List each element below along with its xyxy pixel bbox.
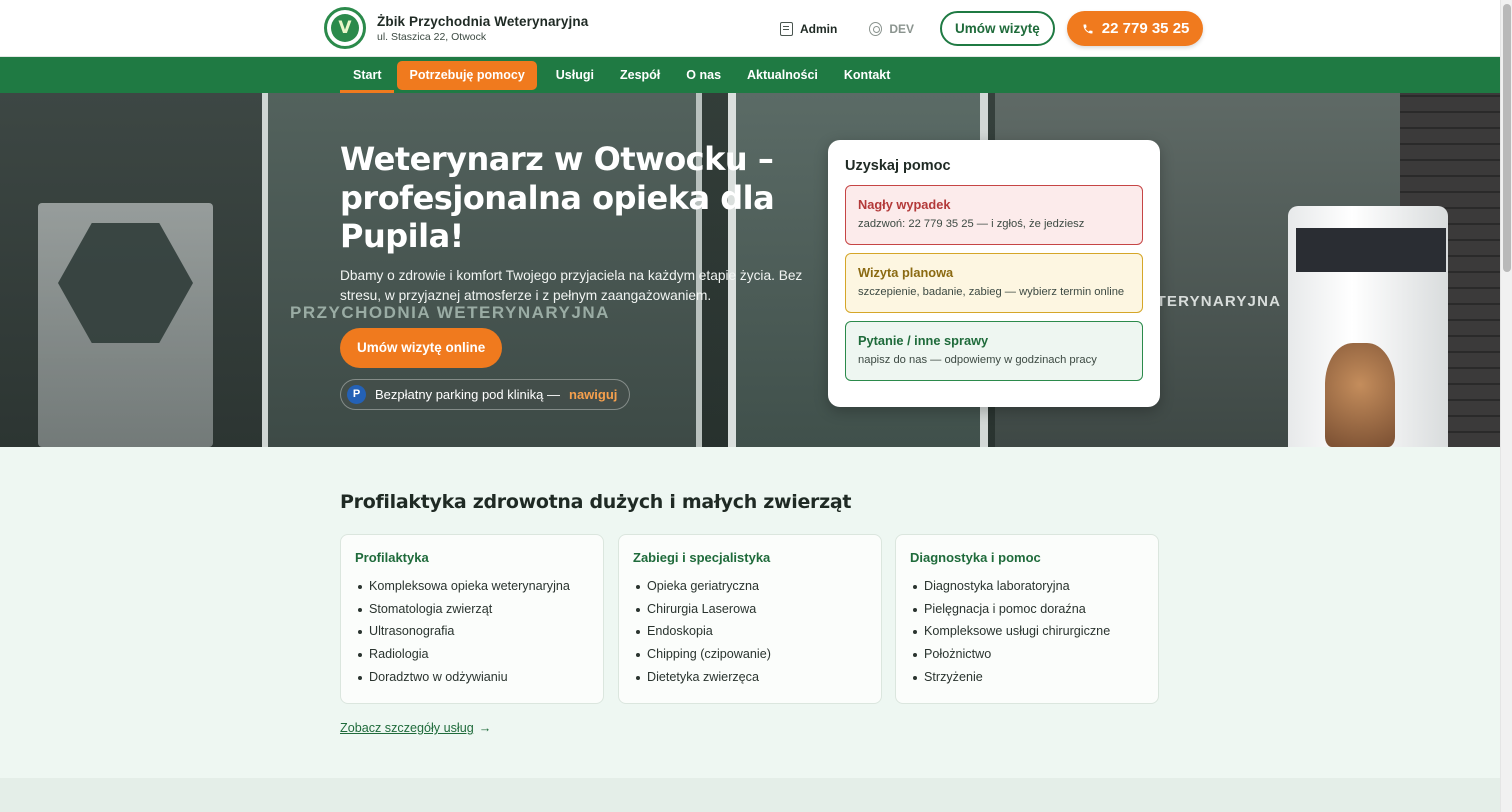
nav-item-news[interactable]: Aktualności [734,57,831,93]
help-option-title: Nagły wypadek [858,197,951,212]
scrollbar-thumb[interactable] [1503,4,1511,272]
list-item: Opieka geriatryczna [633,575,867,598]
dev-label: DEV [889,21,915,36]
hero-content: Weterynarz w Otwocku – profesjonalna opi… [340,140,815,410]
list-item: Ultrasonografia [355,620,589,643]
list-item: Dietetyka zwierzęca [633,666,867,689]
services-details-label: Zobacz szczegóły usług [340,721,474,735]
navigate-link[interactable]: nawiguj [569,387,617,402]
phone-label: 22 779 35 25 [1101,20,1190,37]
help-option-desc: zadzwoń: 22 779 35 25 — i zgłoś, że jedz… [858,218,1085,230]
get-help-card: Uzyskaj pomoc Nagły wypadek zadzwoń: 22 … [828,140,1160,407]
service-card-title: Zabiegi i specjalistyka [633,550,771,565]
help-option-emergency[interactable]: Nagły wypadek zadzwoń: 22 779 35 25 — i … [845,185,1143,245]
service-card-procedures: Zabiegi i specjalistyka Opieka geriatryc… [618,534,882,704]
service-card-diagnostics: Diagnostyka i pomoc Diagnostyka laborato… [895,534,1159,704]
next-section-edge [0,778,1500,812]
list-item: Kompleksowa opieka weterynaryjna [355,575,589,598]
nav-item-services[interactable]: Usługi [543,57,607,93]
list-item: Diagnostyka laboratoryjna [910,575,1144,598]
list-item: Radiologia [355,643,589,666]
admin-label: Admin [800,21,838,36]
list-item: Kompleksowe usługi chirurgiczne [910,620,1144,643]
hero-subtitle: Dbamy o zdrowie i komfort Twojego przyja… [340,267,803,304]
service-card-title: Profilaktyka [355,550,429,565]
gear-icon [869,21,883,36]
arrow-right-icon: → [478,721,492,735]
list-item: Stomatologia zwierząt [355,598,589,621]
phone-button[interactable]: 22 779 35 25 [1066,11,1204,46]
help-option-title: Wizyta planowa [858,265,954,280]
header-actions: Admin DEV Umów wizytę 22 779 35 25 [780,11,1204,46]
services-title: Profilaktyka zdrowotna dużych i małych z… [340,491,852,513]
brand[interactable]: Żbik Przychodnia Weterynaryjna ul. Stasz… [324,7,588,49]
nav-item-need-help[interactable]: Potrzebuję pomocy [397,60,537,90]
parking-icon: P [347,384,366,404]
clinic-logo [324,7,366,49]
help-option-desc: napisz do nas — odpowiemy w godzinach pr… [858,354,1097,366]
site-header: Żbik Przychodnia Weterynaryjna ul. Stasz… [0,0,1500,57]
help-option-question[interactable]: Pytanie / inne sprawy napisz do nas — od… [845,321,1143,381]
dev-link[interactable]: DEV [869,21,915,36]
nav-item-about[interactable]: O nas [673,57,734,93]
parking-text: Bezpłatny parking pod kliniką — [375,386,560,402]
list-item: Endoskopia [633,620,867,643]
services-details-link[interactable]: Zobacz szczegóły usług → [340,721,491,735]
list-item: Chipping (czipowanie) [633,643,867,666]
nav-item-start[interactable]: Start [340,57,395,93]
brand-address: ul. Staszica 22, Otwock [377,30,487,43]
service-card-prevention: Profilaktyka Kompleksowa opieka weteryna… [340,534,604,704]
admin-link[interactable]: Admin [780,21,838,36]
help-option-planned-visit[interactable]: Wizyta planowa szczepienie, badanie, zab… [845,253,1143,313]
book-online-button[interactable]: Umów wizytę online [340,327,503,368]
list-item: Pielęgnacja i pomoc doraźna [910,598,1144,621]
nav-item-team[interactable]: Zespół [607,57,673,93]
parking-pill: P Bezpłatny parking pod kliniką — nawigu… [340,378,631,410]
hero-photo-food-bag-band [1296,228,1446,272]
main-nav: Start Potrzebuję pomocy Usługi Zespół O … [0,57,1500,93]
hero-title: Weterynarz w Otwocku – profesjonalna opi… [340,140,775,255]
hero-photo-poster [38,203,213,447]
service-card-title: Diagnostyka i pomoc [910,550,1041,565]
nav-item-contact[interactable]: Kontakt [831,57,904,93]
book-visit-button[interactable]: Umów wizytę [940,11,1055,46]
hero-photo-cat [1325,343,1395,447]
list-item: Położnictwo [910,643,1144,666]
help-card-title: Uzyskaj pomoc [845,158,951,174]
services-section: Profilaktyka zdrowotna dużych i małych z… [0,447,1500,778]
list-item: Doradztwo w odżywianiu [355,666,589,689]
help-option-desc: szczepienie, badanie, zabieg — wybierz t… [858,286,1125,298]
help-option-title: Pytanie / inne sprawy [858,333,989,348]
page-scrollbar[interactable] [1500,0,1512,812]
document-icon [780,21,793,36]
list-item: Chirurgia Laserowa [633,598,867,621]
phone-icon [1082,23,1094,35]
brand-name: Żbik Przychodnia Weterynaryjna [377,13,589,29]
list-item: Strzyżenie [910,666,1144,689]
